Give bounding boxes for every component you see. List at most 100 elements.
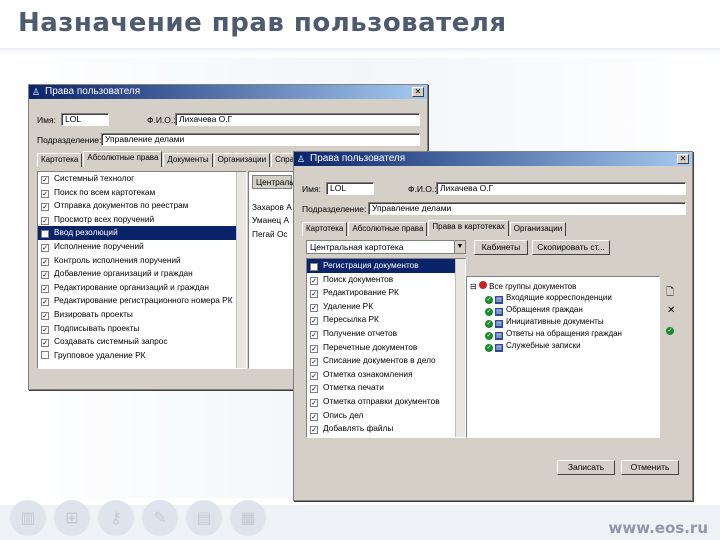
- front-permission-item[interactable]: ✓ Перечетные документов: [307, 341, 465, 355]
- tree-item-label: Обращения граждан: [506, 305, 583, 314]
- save-button[interactable]: Записать: [557, 460, 615, 475]
- dept-field[interactable]: Управление делами: [101, 133, 420, 146]
- close-icon[interactable]: ✕: [412, 87, 424, 97]
- tree-root-label: Все группы документов: [489, 282, 577, 291]
- document-groups-tree[interactable]: ⊟ Все группы документов ✓ ▤ Входящие корре…: [466, 276, 660, 438]
- front-tab-0[interactable]: Картотека: [302, 222, 348, 236]
- cancel-button[interactable]: Отменить: [621, 460, 679, 475]
- back-permission-item[interactable]: ✓ Системный технолог: [38, 172, 246, 186]
- tree-item[interactable]: ✓ ▤ Обращения граждан: [485, 305, 583, 316]
- checkbox[interactable]: ✓: [41, 176, 49, 184]
- checkbox[interactable]: ✓: [310, 344, 318, 353]
- front-permission-item[interactable]: ✓ Добавлять файлы: [307, 422, 465, 436]
- back-permission-item[interactable]: ✓ Создавать системный запрос: [38, 335, 246, 349]
- checkbox[interactable]: ✓: [41, 311, 49, 320]
- site-url: www.eos.ru: [608, 519, 709, 537]
- copy-button[interactable]: Скопировать ст...: [532, 240, 610, 255]
- cabinets-button[interactable]: Кабинеты: [474, 240, 528, 255]
- checkbox[interactable]: ✓: [41, 284, 49, 293]
- back-permission-item[interactable]: ✓ Исполнение поручений: [38, 240, 246, 254]
- back-tab-0[interactable]: Картотека: [37, 153, 83, 167]
- front-permission-item[interactable]: ✓ Отметка печати: [307, 381, 465, 395]
- back-permission-item[interactable]: ✓ Визировать проекты: [38, 308, 246, 322]
- checkbox[interactable]: ✓: [41, 230, 49, 239]
- front-permission-item[interactable]: ✓ Получение отчетов: [307, 327, 465, 341]
- back-tab-1[interactable]: Абсолютные права: [83, 151, 163, 167]
- back-permission-item[interactable]: Групповое удаление РК: [38, 349, 246, 363]
- front-tab-3[interactable]: Организации: [509, 222, 567, 236]
- front-list-scrollbar[interactable]: [455, 259, 465, 437]
- back-list-scrollbar[interactable]: [236, 172, 246, 368]
- expand-icon[interactable]: ⊟: [470, 282, 477, 291]
- front-permission-item[interactable]: ✓ Удаление РК: [307, 300, 465, 314]
- back-permission-item[interactable]: ✓ Редактирование регистрационного номера …: [38, 294, 246, 308]
- side-list-header[interactable]: Центральная: [252, 175, 307, 189]
- back-permissions-list[interactable]: ✓ Системный технолог ✓ Поиск по всем картот…: [37, 171, 247, 369]
- checkbox[interactable]: ✓: [310, 330, 318, 339]
- tree-item[interactable]: ✓ ▤ Инициативные документы: [485, 317, 604, 328]
- front-tab-2[interactable]: Права в картотеках: [428, 220, 509, 236]
- front-permission-item[interactable]: ✓ Отметка отправки документов: [307, 395, 465, 409]
- back-permission-item[interactable]: ✓ Отправка документов по реестрам: [38, 199, 246, 213]
- permission-label: Отправка документов по реестрам: [54, 200, 189, 211]
- front-permission-item[interactable]: ✓ Пересылка РК: [307, 313, 465, 327]
- checkbox[interactable]: ✓: [310, 426, 318, 435]
- front-permission-item[interactable]: ✓ Опись дел: [307, 409, 465, 423]
- permission-label: Редактирование организаций и граждан: [54, 281, 209, 292]
- name-field[interactable]: LOL: [61, 113, 109, 126]
- back-permission-item[interactable]: ✓ Поиск по всем картотекам: [38, 186, 246, 200]
- back-tab-2[interactable]: Документы: [163, 153, 213, 167]
- fio-field[interactable]: Лихачева О.Г: [175, 113, 420, 126]
- tree-item[interactable]: ✓ ▤ Входящие корреспонденции: [485, 293, 612, 304]
- checkbox[interactable]: ✓: [41, 325, 49, 334]
- checkbox[interactable]: ✓: [310, 290, 318, 299]
- front-permission-item[interactable]: ✓ Списание документов в дело: [307, 354, 465, 368]
- checkbox[interactable]: ✓: [310, 303, 318, 312]
- front-permission-item[interactable]: ✓ Отметка ознакомления: [307, 368, 465, 382]
- back-permission-item[interactable]: ✓ Ввод резолюций: [38, 226, 246, 240]
- cabinet-combo[interactable]: Центральная картотека ▼: [306, 240, 466, 254]
- front-tab-1[interactable]: Абсолютные права: [348, 222, 428, 236]
- checkbox[interactable]: ✓: [310, 371, 318, 380]
- dept-field[interactable]: Управление делами: [368, 202, 686, 215]
- front-permission-item[interactable]: ✓ Регистрация документов: [307, 259, 465, 273]
- checkbox[interactable]: ✓: [310, 276, 318, 285]
- checkbox[interactable]: ✓: [41, 216, 49, 225]
- checkbox[interactable]: ✓: [41, 271, 49, 280]
- close-icon[interactable]: ✕: [677, 154, 689, 164]
- fio-field[interactable]: Лихачева О.Г: [436, 182, 686, 195]
- tree-root[interactable]: ⊟ Все группы документов: [470, 281, 576, 292]
- checkbox[interactable]: ✓: [310, 385, 318, 394]
- checkbox[interactable]: ✓: [41, 243, 49, 252]
- checkbox[interactable]: ✓: [310, 358, 318, 367]
- check-icon[interactable]: ✓: [666, 324, 674, 335]
- checkbox[interactable]: ✓: [41, 257, 49, 266]
- back-permission-item[interactable]: ✓ Редактирование организаций и граждан: [38, 281, 246, 295]
- back-permission-item[interactable]: ✓ Контроль исполнения поручений: [38, 254, 246, 268]
- chevron-down-icon[interactable]: ▼: [454, 241, 465, 253]
- front-permissions-list[interactable]: ✓ Регистрация документов ✓ Поиск документов…: [306, 258, 466, 438]
- tree-item[interactable]: ✓ ▤ Ответы на обращения граждан: [485, 329, 622, 340]
- name-field[interactable]: LOL: [326, 182, 374, 195]
- checkbox[interactable]: ✓: [41, 203, 49, 212]
- footer-icons: ▥ ⊞ ⚷ ✎ ▤ ▦: [10, 500, 266, 536]
- add-icon[interactable]: 🗋: [666, 288, 674, 298]
- checkbox[interactable]: ✓: [41, 189, 49, 198]
- checkbox[interactable]: ✓: [310, 412, 318, 421]
- checkbox[interactable]: ✓: [310, 398, 318, 407]
- permission-label: Поиск по всем картотекам: [54, 186, 156, 197]
- checkbox[interactable]: ✓: [310, 317, 318, 326]
- front-permission-item[interactable]: ✓ Поиск документов: [307, 273, 465, 287]
- tree-item[interactable]: ✓ ▤ Служебные записки: [485, 341, 581, 352]
- checkbox[interactable]: ✓: [310, 263, 318, 271]
- checkbox[interactable]: ✓: [41, 298, 49, 307]
- network-icon: ⊞: [54, 500, 90, 536]
- checkbox[interactable]: ✓: [41, 339, 49, 348]
- back-permission-item[interactable]: ✓ Добавление организаций и граждан: [38, 267, 246, 281]
- checkbox[interactable]: [41, 350, 49, 359]
- back-tab-3[interactable]: Организации: [213, 153, 271, 167]
- front-permission-item[interactable]: ✓ Редактирование РК: [307, 286, 465, 300]
- back-permission-item[interactable]: ✓ Просмотр всех поручений: [38, 213, 246, 227]
- back-permission-item[interactable]: ✓ Подписывать проекты: [38, 322, 246, 336]
- delete-icon[interactable]: ✕: [667, 306, 675, 316]
